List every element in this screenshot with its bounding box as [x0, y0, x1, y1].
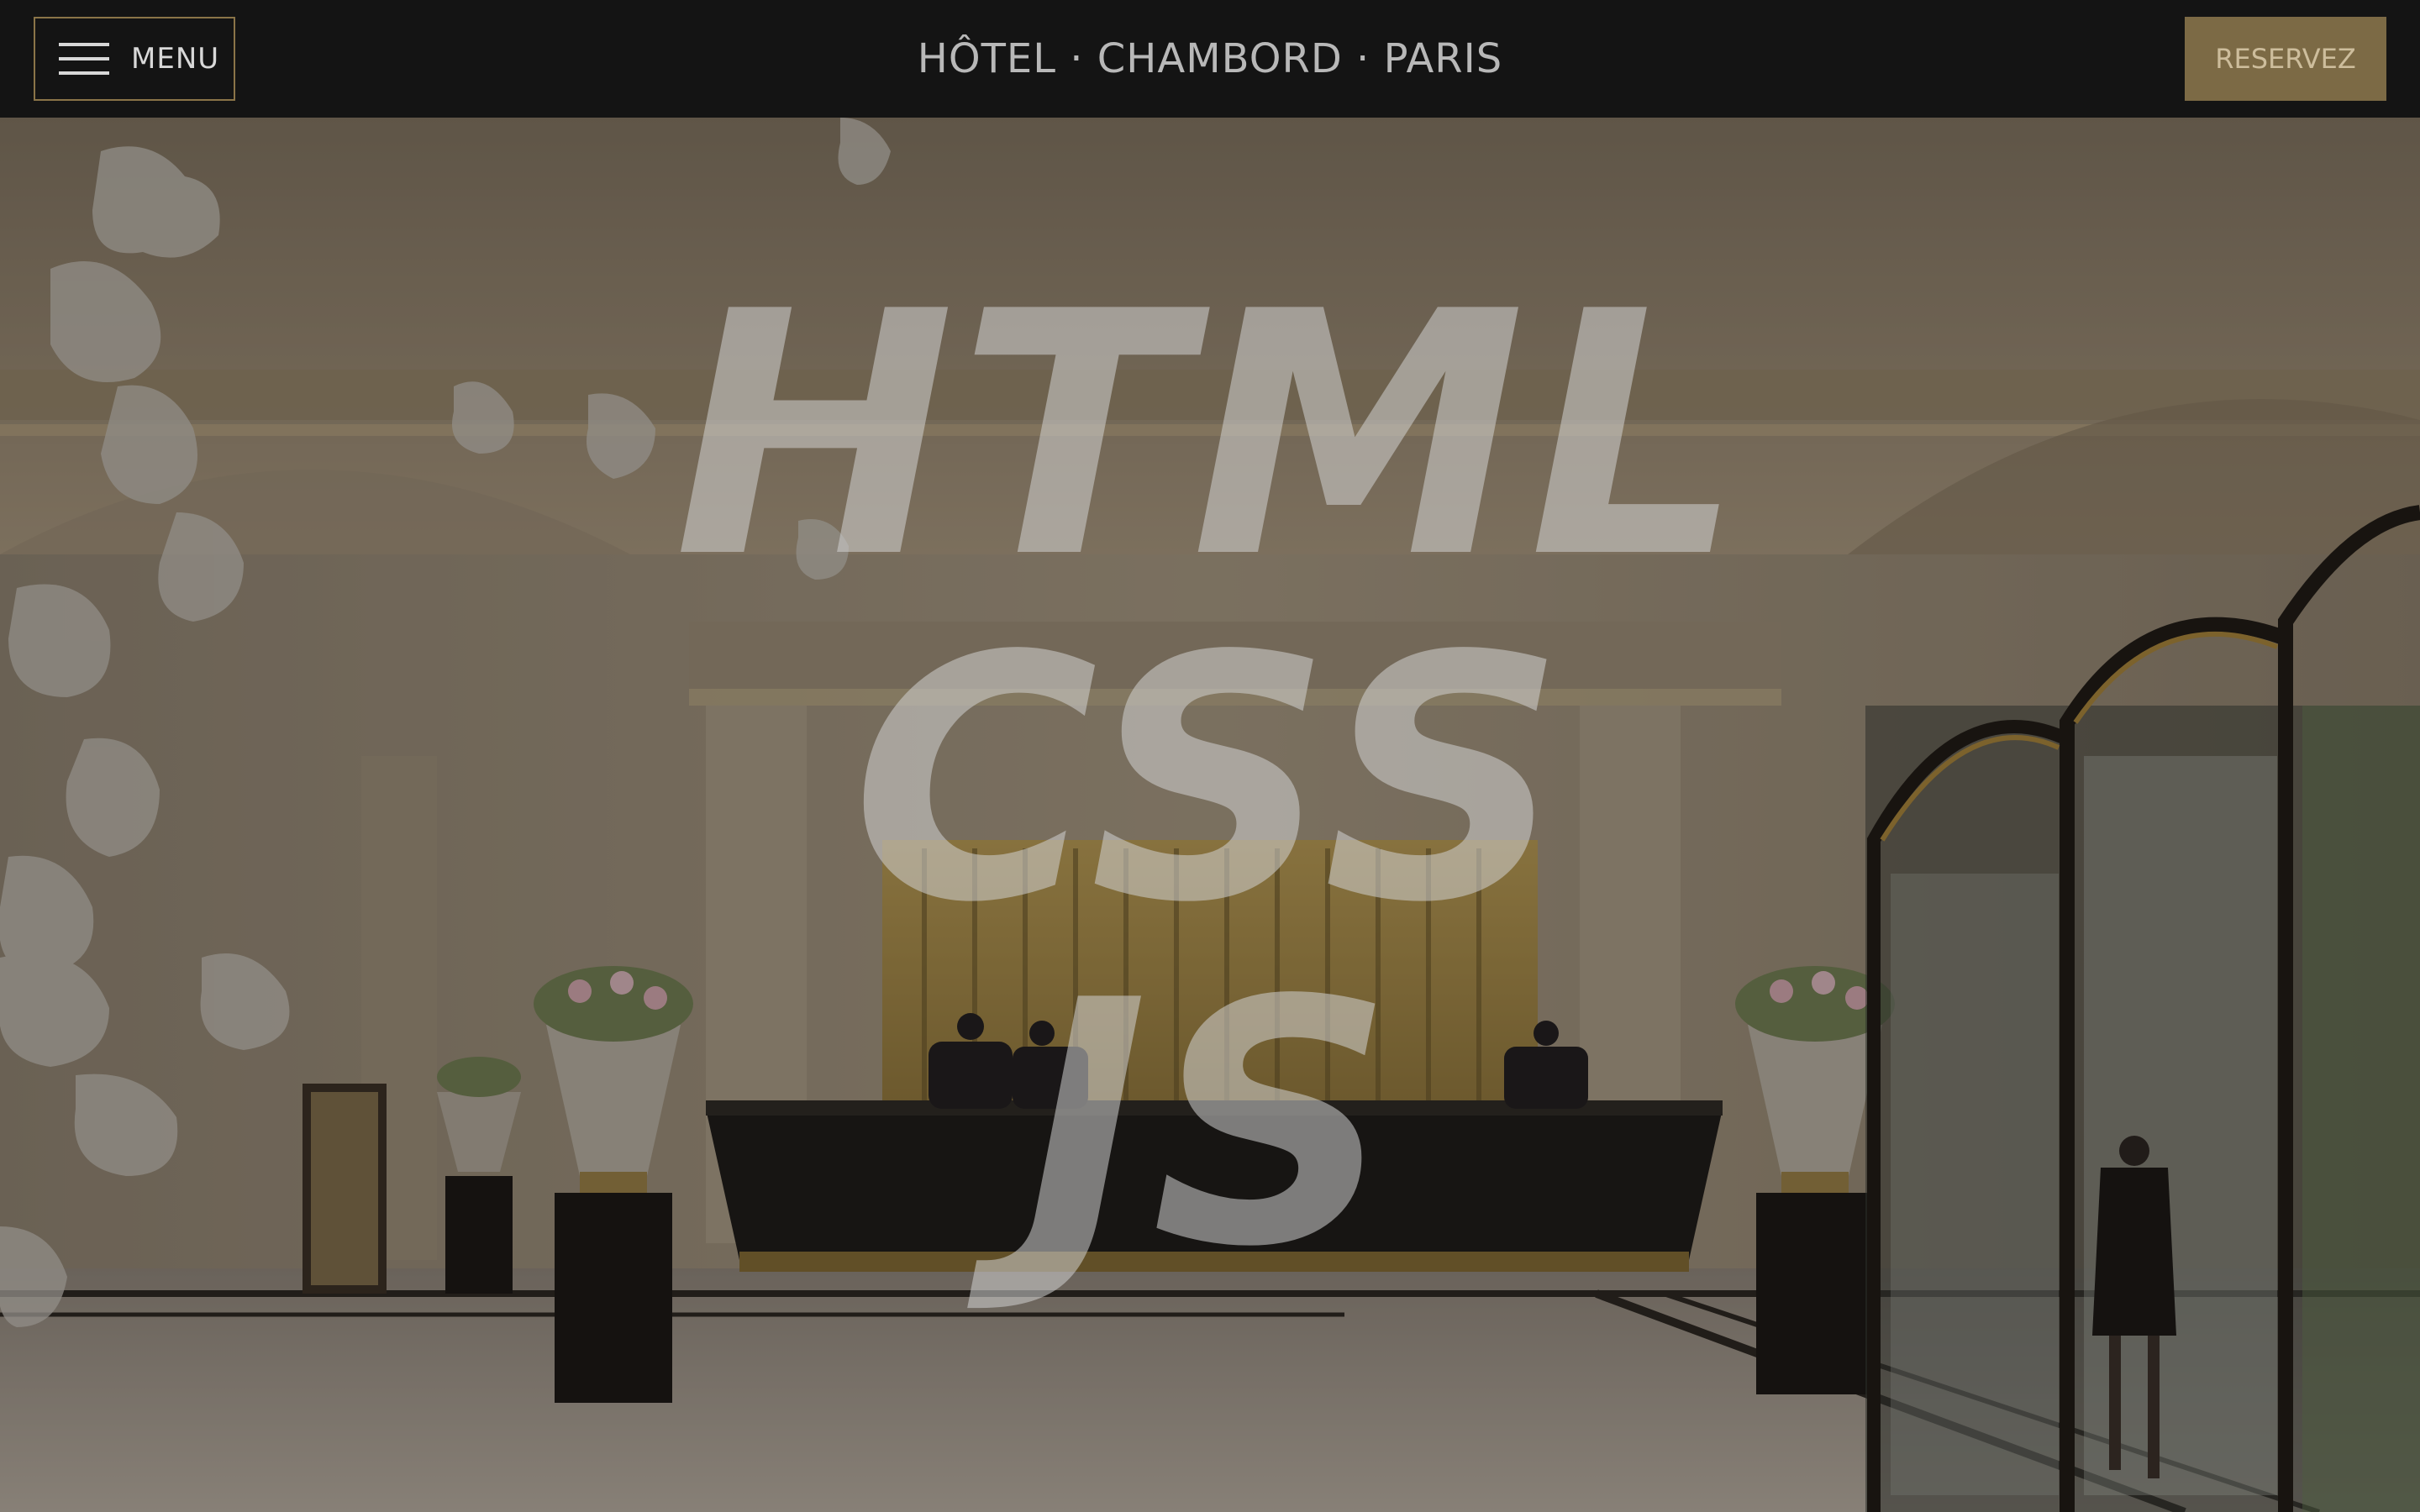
- menu-label: MENU: [131, 42, 220, 76]
- hamburger-icon: [59, 43, 109, 75]
- hotel-lobby-photo: [0, 118, 2420, 1512]
- hotel-brand-title: HÔTEL · CHAMBORD · PARIS: [917, 35, 1503, 82]
- hero-section: [0, 118, 2420, 1512]
- menu-button[interactable]: MENU: [34, 17, 235, 101]
- reserve-button[interactable]: RESERVEZ: [2185, 17, 2386, 101]
- top-navigation-bar: MENU HÔTEL · CHAMBORD · PARIS RESERVEZ: [0, 0, 2420, 118]
